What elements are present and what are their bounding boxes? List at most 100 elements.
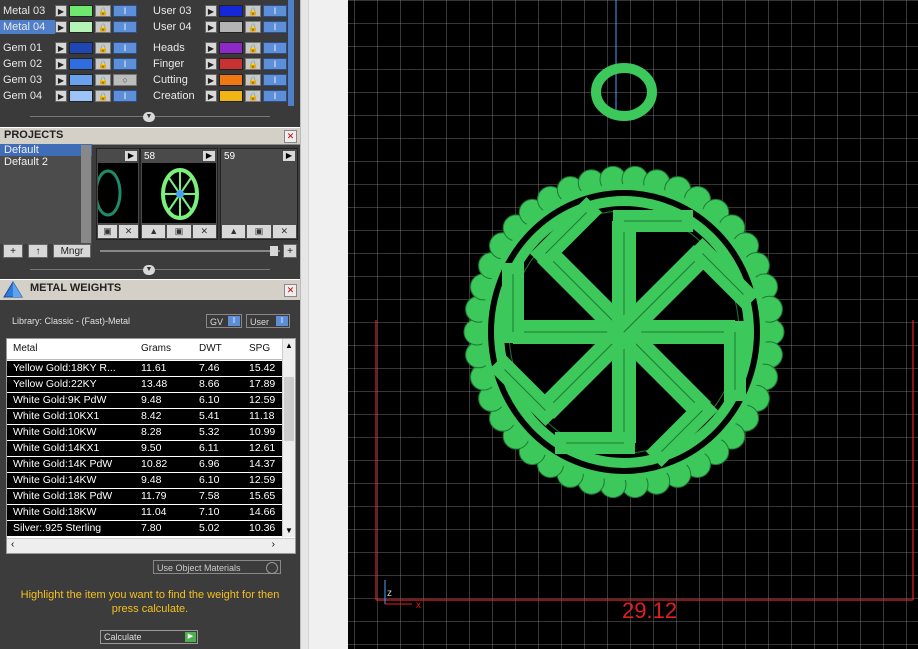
material-row[interactable]: Gem 01 ▶ 🔒 I bbox=[0, 41, 137, 55]
material-swatch[interactable] bbox=[69, 42, 93, 54]
lock-icon[interactable]: 🔒 bbox=[95, 58, 111, 70]
lock-icon[interactable]: 🔒 bbox=[95, 74, 111, 86]
chevron-down-icon[interactable]: ▼ bbox=[285, 526, 293, 535]
material-row[interactable]: Gem 02 ▶ 🔒 I bbox=[0, 57, 137, 71]
project-item[interactable]: Default bbox=[0, 144, 92, 156]
move-up-button[interactable]: ↑ bbox=[28, 244, 48, 258]
material-label[interactable]: User 03 bbox=[150, 4, 205, 18]
upload-icon[interactable]: ▲ bbox=[142, 225, 166, 238]
visibility-toggle[interactable]: I bbox=[263, 42, 287, 54]
arrow-right-icon[interactable]: ▶ bbox=[205, 74, 217, 86]
project-thumbnail[interactable]: 58 ▶ ▲ ▣ ✕ bbox=[140, 148, 218, 240]
zoom-slider[interactable] bbox=[100, 246, 280, 256]
arrow-right-icon[interactable]: ▶ bbox=[55, 21, 67, 33]
visibility-toggle[interactable]: I bbox=[263, 90, 287, 102]
arrow-right-icon[interactable]: ▶ bbox=[205, 5, 217, 17]
lock-icon[interactable]: 🔒 bbox=[245, 21, 261, 33]
visibility-toggle[interactable]: I bbox=[113, 5, 137, 17]
scroll-thumb[interactable] bbox=[284, 377, 294, 441]
add-thumbnail-button[interactable]: + bbox=[283, 244, 297, 258]
column-header-spg[interactable]: SPG bbox=[249, 343, 270, 354]
material-swatch[interactable] bbox=[219, 74, 243, 86]
visibility-toggle[interactable]: I bbox=[113, 42, 137, 54]
table-row[interactable]: Yellow Gold:18KY R... 11.61 7.46 15.42 bbox=[7, 361, 283, 376]
table-row[interactable]: Silver:.925 Sterling 7.80 5.02 10.36 bbox=[7, 521, 283, 536]
save-icon[interactable]: ▣ bbox=[247, 225, 271, 238]
arrow-right-icon[interactable]: ▶ bbox=[205, 90, 217, 102]
material-row[interactable]: Metal 03 ▶ 🔒 I bbox=[0, 4, 137, 18]
material-label[interactable]: Metal 04 bbox=[0, 20, 55, 34]
material-row[interactable]: User 04 ▶ 🔒 I bbox=[150, 20, 287, 34]
lock-icon[interactable]: 🔒 bbox=[245, 58, 261, 70]
material-label[interactable]: Gem 01 bbox=[0, 41, 55, 55]
metal-weights-table[interactable]: Metal Grams DWT SPG Yellow Gold:18KY R..… bbox=[6, 338, 296, 554]
material-row[interactable]: Gem 04 ▶ 🔒 I bbox=[0, 89, 137, 103]
chevron-up-icon[interactable]: ▲ bbox=[285, 341, 293, 350]
table-row[interactable]: Yellow Gold:22KY 13.48 8.66 17.89 bbox=[7, 377, 283, 392]
add-project-button[interactable]: + bbox=[3, 244, 23, 258]
material-row[interactable]: Gem 03 ▶ 🔒 ○ bbox=[0, 73, 137, 87]
gv-toggle[interactable]: GV I bbox=[206, 314, 242, 328]
material-swatch[interactable] bbox=[219, 21, 243, 33]
visibility-toggle[interactable]: I bbox=[113, 21, 137, 33]
material-label[interactable]: Metal 03 bbox=[0, 4, 55, 18]
chevron-left-icon[interactable]: ‹ bbox=[11, 539, 14, 550]
delete-icon[interactable]: ✕ bbox=[272, 225, 296, 238]
lock-icon[interactable]: 🔒 bbox=[245, 5, 261, 17]
table-vertical-scrollbar[interactable]: ▲ ▼ bbox=[282, 339, 295, 537]
lock-icon[interactable]: 🔒 bbox=[245, 74, 261, 86]
material-label[interactable]: Gem 03 bbox=[0, 73, 55, 87]
upload-icon[interactable]: ▲ bbox=[222, 225, 246, 238]
material-swatch[interactable] bbox=[69, 74, 93, 86]
delete-icon[interactable]: ✕ bbox=[119, 225, 138, 238]
arrow-right-icon[interactable]: ▶ bbox=[283, 151, 295, 161]
lock-icon[interactable]: 🔒 bbox=[95, 5, 111, 17]
visibility-toggle[interactable]: I bbox=[263, 74, 287, 86]
arrow-right-icon[interactable]: ▶ bbox=[205, 21, 217, 33]
close-icon[interactable]: ✕ bbox=[284, 284, 297, 297]
table-row[interactable]: White Gold:18KW 11.04 7.10 14.66 bbox=[7, 505, 283, 520]
material-swatch[interactable] bbox=[69, 5, 93, 17]
lock-icon[interactable]: 🔒 bbox=[95, 90, 111, 102]
table-row[interactable]: White Gold:9K PdW 9.48 6.10 12.59 bbox=[7, 393, 283, 408]
projects-list[interactable]: Default Default 2 bbox=[0, 144, 92, 244]
save-icon[interactable]: ▣ bbox=[98, 225, 117, 238]
arrow-right-icon[interactable]: ▶ bbox=[55, 90, 67, 102]
save-icon[interactable]: ▣ bbox=[167, 225, 191, 238]
lock-icon[interactable]: 🔒 bbox=[95, 21, 111, 33]
project-item[interactable]: Default 2 bbox=[0, 156, 92, 168]
user-toggle[interactable]: User I bbox=[246, 314, 290, 328]
material-swatch[interactable] bbox=[219, 5, 243, 17]
column-header-metal[interactable]: Metal bbox=[13, 343, 37, 354]
material-label[interactable]: Finger bbox=[150, 57, 205, 71]
chevron-down-icon[interactable]: ▼ bbox=[143, 112, 155, 122]
material-row[interactable]: Cutting ▶ 🔒 I bbox=[150, 73, 287, 87]
projects-collapse-bar[interactable]: ▼ bbox=[0, 265, 300, 275]
arrow-right-icon[interactable]: ▶ bbox=[205, 42, 217, 54]
lock-icon[interactable]: 🔒 bbox=[95, 42, 111, 54]
table-row[interactable]: White Gold:10KW 8.28 5.32 10.99 bbox=[7, 425, 283, 440]
table-horizontal-scrollbar[interactable]: ‹ › bbox=[7, 538, 295, 553]
materials-collapse-bar[interactable]: ▼ bbox=[0, 112, 300, 122]
table-row[interactable]: White Gold:18K PdW 11.79 7.58 15.65 bbox=[7, 489, 283, 504]
3d-viewport[interactable]: 29.12 z x bbox=[308, 0, 918, 649]
delete-icon[interactable]: ✕ bbox=[192, 225, 216, 238]
project-thumbnail[interactable]: ▶ ▣ ✕ bbox=[94, 148, 140, 240]
visibility-toggle[interactable]: I bbox=[263, 58, 287, 70]
material-label[interactable]: Gem 02 bbox=[0, 57, 55, 71]
column-header-dwt[interactable]: DWT bbox=[199, 343, 222, 354]
material-swatch[interactable] bbox=[219, 90, 243, 102]
material-row[interactable]: User 03 ▶ 🔒 I bbox=[150, 4, 287, 18]
column-header-grams[interactable]: Grams bbox=[141, 343, 171, 354]
visibility-toggle[interactable]: I bbox=[113, 90, 137, 102]
material-row[interactable]: Metal 04 ▶ 🔒 I bbox=[0, 20, 137, 34]
material-swatch[interactable] bbox=[219, 42, 243, 54]
table-row[interactable]: White Gold:10KX1 8.42 5.41 11.18 bbox=[7, 409, 283, 424]
arrow-right-icon[interactable]: ▶ bbox=[55, 74, 67, 86]
table-row[interactable]: White Gold:14K PdW 10.82 6.96 14.37 bbox=[7, 457, 283, 472]
arrow-right-icon[interactable]: ▶ bbox=[55, 5, 67, 17]
chevron-down-icon[interactable]: ▼ bbox=[143, 265, 155, 275]
material-label[interactable]: User 04 bbox=[150, 20, 205, 34]
arrow-right-icon[interactable]: ▶ bbox=[55, 58, 67, 70]
lock-icon[interactable]: 🔒 bbox=[245, 42, 261, 54]
